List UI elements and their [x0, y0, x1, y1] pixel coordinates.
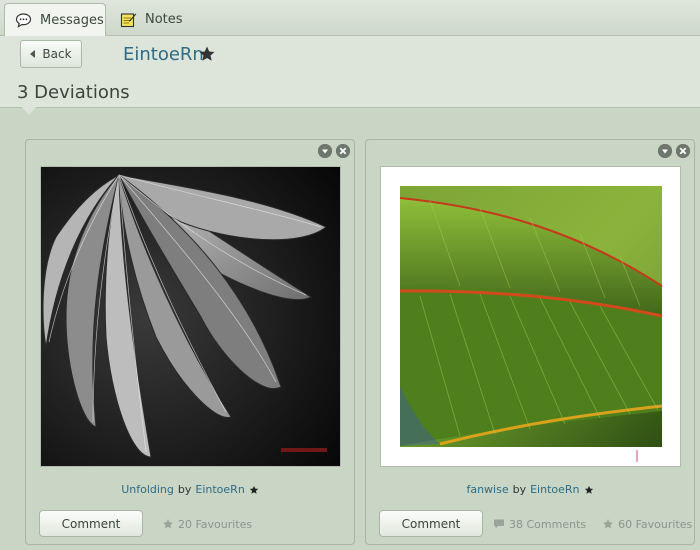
tab-messages-label: Messages	[40, 12, 104, 28]
deviation-caption: fanwise by EintoeRn	[366, 483, 694, 496]
close-icon[interactable]	[676, 144, 690, 158]
author-link[interactable]: EintoeRn	[530, 483, 579, 496]
favourites-count[interactable]: 20 Favourites	[178, 518, 252, 531]
section-title: 3 Deviations	[17, 82, 130, 103]
deviation-caption: Unfolding by EintoeRn	[26, 483, 354, 496]
username-link[interactable]: EintoeRn	[123, 44, 204, 65]
back-arrow-icon	[30, 50, 36, 58]
by-label: by	[512, 483, 527, 496]
close-icon[interactable]	[336, 144, 350, 158]
section-notch	[22, 107, 36, 115]
deviation-stats: 38 Comments 60 Favourites	[493, 516, 692, 532]
tab-bar: Messages Notes	[0, 0, 700, 36]
comment-button[interactable]: Comment	[379, 510, 483, 537]
card-controls	[318, 144, 350, 158]
favourites-count[interactable]: 60 Favourites	[618, 518, 692, 531]
back-button-label: Back	[42, 47, 72, 61]
deviation-thumbnail[interactable]	[380, 166, 681, 467]
favourite-star-icon	[602, 518, 614, 530]
dropdown-icon[interactable]	[318, 144, 332, 158]
card-controls	[658, 144, 690, 158]
comments-count[interactable]: 38 Comments	[509, 518, 586, 531]
favourite-star-icon	[162, 518, 174, 530]
star-icon	[584, 485, 594, 495]
comment-bubble-icon	[493, 518, 505, 530]
deviation-card: fanwise by EintoeRn Comment 38 Comments …	[365, 139, 695, 545]
tab-notes[interactable]: Notes	[110, 3, 200, 36]
page-header: Back EintoeRn	[0, 36, 700, 72]
speech-bubble-icon	[15, 12, 32, 29]
back-button[interactable]: Back	[20, 40, 82, 68]
tab-notes-label: Notes	[145, 12, 183, 27]
by-label: by	[177, 483, 192, 496]
section-header: 3 Deviations	[0, 72, 700, 108]
deviation-stats: 20 Favourites	[162, 516, 252, 532]
comment-button[interactable]: Comment	[39, 510, 143, 537]
author-link[interactable]: EintoeRn	[195, 483, 244, 496]
deviation-thumbnail[interactable]	[40, 166, 341, 467]
deviation-title-link[interactable]: Unfolding	[121, 483, 174, 496]
tab-messages[interactable]: Messages	[4, 3, 106, 36]
star-icon	[249, 485, 259, 495]
star-icon	[198, 45, 216, 63]
notepad-icon	[120, 11, 137, 28]
deviation-title-link[interactable]: fanwise	[466, 483, 508, 496]
deviation-card: Unfolding by EintoeRn Comment 20 Favouri…	[25, 139, 355, 545]
dropdown-icon[interactable]	[658, 144, 672, 158]
